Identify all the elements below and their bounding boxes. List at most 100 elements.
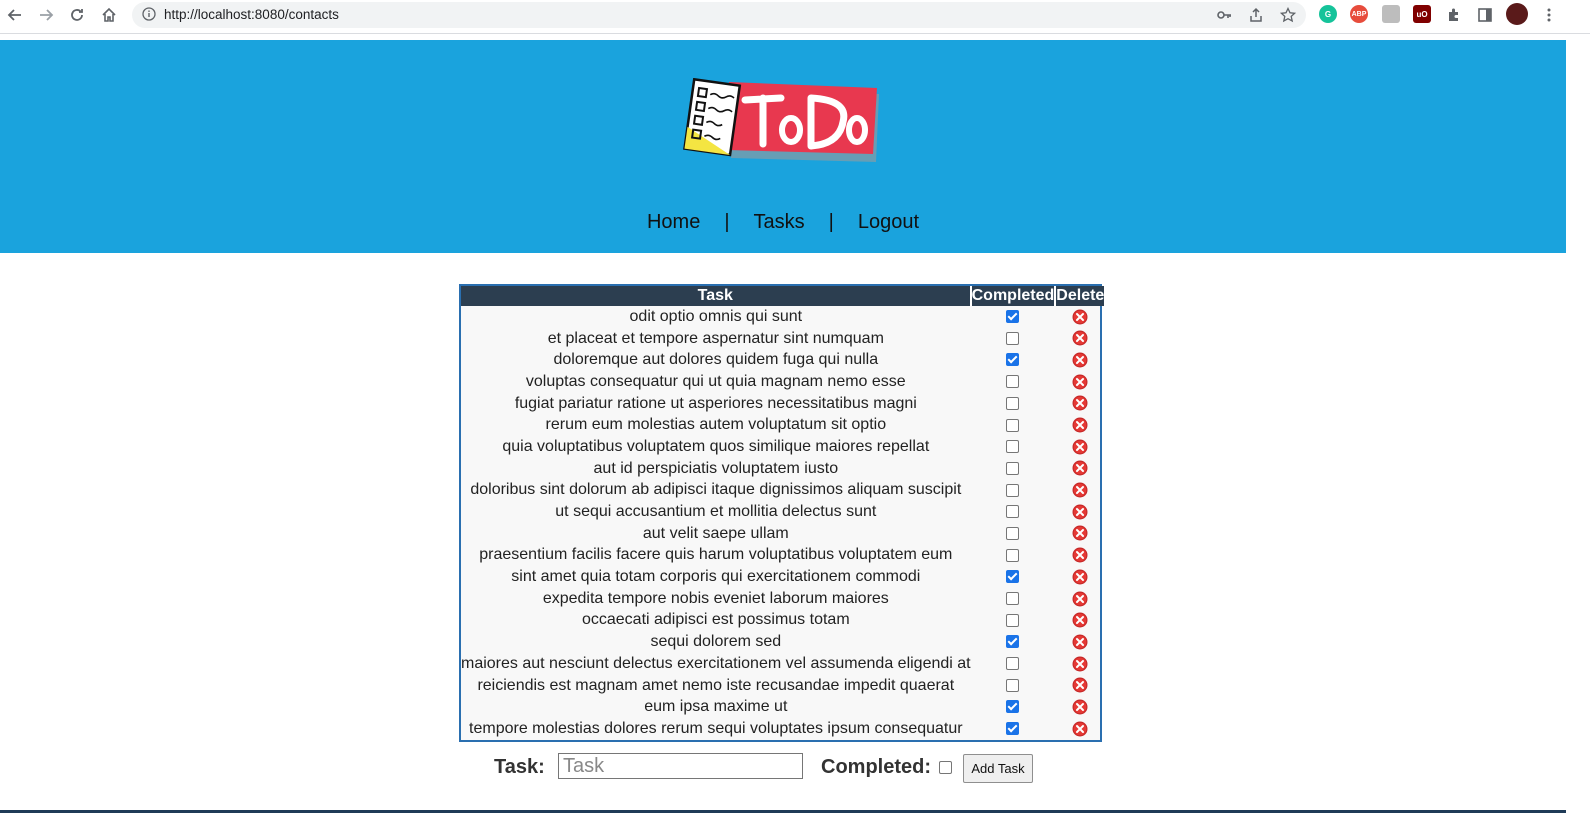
puzzle-icon[interactable] [1442,3,1466,27]
completed-checkbox[interactable] [1006,440,1020,454]
task-name-cell: rerum eum molestias autem voluptatum sit… [545,416,887,434]
completed-cell [971,545,1056,567]
task-name-cell: sequi dolorem sed [650,633,782,651]
task-name-cell: aut velit saepe ullam [642,524,789,542]
delete-icon[interactable] [1072,330,1088,347]
back-arrow-icon[interactable] [3,3,27,27]
info-icon[interactable] [142,7,156,21]
column-header-task: Task [461,286,972,306]
delete-icon[interactable] [1072,525,1088,542]
delete-icon[interactable] [1072,698,1088,715]
delete-icon[interactable] [1072,308,1088,325]
completed-cell [971,480,1056,502]
delete-icon[interactable] [1072,633,1088,650]
completed-checkbox[interactable] [1006,570,1020,584]
delete-cell [1055,566,1104,588]
delete-cell [1055,349,1104,371]
url-text: http://localhost:8080/contacts [164,7,339,22]
completed-checkbox[interactable] [1006,310,1020,324]
task-name-cell: et placeat et tempore aspernatur sint nu… [547,329,884,347]
extension-icon[interactable] [1382,5,1400,23]
completed-checkbox[interactable] [1006,396,1020,410]
completed-cell [971,306,1056,328]
completed-cell [971,436,1056,458]
delete-icon[interactable] [1072,720,1088,737]
grammarly-icon[interactable]: G [1319,5,1337,23]
home-icon[interactable] [97,3,121,27]
delete-cell [1055,588,1104,610]
column-header-delete: Delete [1055,286,1105,306]
delete-cell [1055,371,1104,393]
completed-checkbox[interactable] [1006,700,1020,714]
completed-checkbox[interactable] [1006,657,1020,671]
delete-cell [1055,610,1104,632]
add-task-button[interactable]: Add Task [963,754,1033,783]
profile-avatar[interactable] [1506,3,1528,25]
nav-tasks-link[interactable]: Tasks [754,211,805,233]
completed-checkbox[interactable] [1006,483,1020,497]
table-row: sint amet quia totam corporis qui exerci… [461,566,1104,588]
completed-checkbox[interactable] [1006,678,1020,692]
completed-checkbox[interactable] [1006,592,1020,606]
completed-checkbox[interactable] [1006,461,1020,475]
table-row: fugiat pariatur ratione ut asperiores ne… [461,393,1104,415]
table-row: doloribus sint dolorum ab adipisci itaqu… [461,480,1104,502]
completed-checkbox[interactable] [1006,722,1020,736]
completed-checkbox[interactable] [1006,375,1020,389]
completed-cell [971,653,1056,675]
reload-icon[interactable] [65,3,89,27]
address-bar[interactable]: http://localhost:8080/contacts [132,2,1306,28]
delete-cell [1055,718,1104,740]
star-icon[interactable] [1280,7,1296,23]
table-row: doloremque aut dolores quidem fuga qui n… [461,349,1104,371]
nav-logout-link[interactable]: Logout [858,211,919,233]
delete-icon[interactable] [1072,655,1088,672]
completed-checkbox[interactable] [1006,505,1020,519]
delete-cell [1055,480,1104,502]
delete-icon[interactable] [1072,546,1088,563]
delete-icon[interactable] [1072,677,1088,694]
delete-icon[interactable] [1072,568,1088,585]
completed-checkbox[interactable] [1006,353,1020,367]
delete-icon[interactable] [1072,373,1088,390]
add-task-form: Task: Completed: Add Task [494,752,1094,784]
completed-checkbox[interactable] [1006,613,1020,627]
task-name-cell: expedita tempore nobis eveniet laborum m… [542,589,889,607]
ublock-origin-icon[interactable]: uO [1413,5,1431,23]
scrollbar[interactable] [1566,34,1590,824]
nav-home-link[interactable]: Home [647,211,700,233]
completed-checkbox[interactable] [1006,635,1020,649]
completed-checkbox[interactable] [1006,331,1020,345]
delete-icon[interactable] [1072,351,1088,368]
task-name-cell: quia voluptatibus voluptatem quos simili… [502,437,930,455]
menu-kebab-icon[interactable] [1537,3,1561,27]
delete-icon[interactable] [1072,460,1088,477]
completed-cell [971,393,1056,415]
delete-cell [1055,653,1104,675]
adblock-plus-icon[interactable]: ABP [1350,5,1368,23]
task-input[interactable] [558,753,803,779]
side-panel-icon[interactable] [1473,3,1497,27]
completed-checkbox[interactable] [1006,418,1020,432]
delete-icon[interactable] [1072,416,1088,433]
task-name-cell: reiciendis est magnam amet nemo iste rec… [477,676,955,694]
delete-icon[interactable] [1072,438,1088,455]
completed-checkbox[interactable] [1006,526,1020,540]
completed-checkbox[interactable] [939,761,952,774]
completed-cell [971,328,1056,350]
forward-arrow-icon[interactable] [34,3,58,27]
table-row: aut velit saepe ullam [461,523,1104,545]
delete-icon[interactable] [1072,481,1088,498]
delete-icon[interactable] [1072,590,1088,607]
share-icon[interactable] [1248,7,1264,23]
delete-icon[interactable] [1072,503,1088,520]
delete-cell [1055,696,1104,718]
task-name-cell: aut id perspiciatis voluptatem iusto [593,459,839,477]
delete-icon[interactable] [1072,395,1088,412]
table-row: reiciendis est magnam amet nemo iste rec… [461,675,1104,697]
nav-separator: | [828,211,834,233]
key-icon[interactable] [1216,7,1232,23]
delete-icon[interactable] [1072,611,1088,628]
completed-checkbox[interactable] [1006,548,1020,562]
completed-cell [971,566,1056,588]
